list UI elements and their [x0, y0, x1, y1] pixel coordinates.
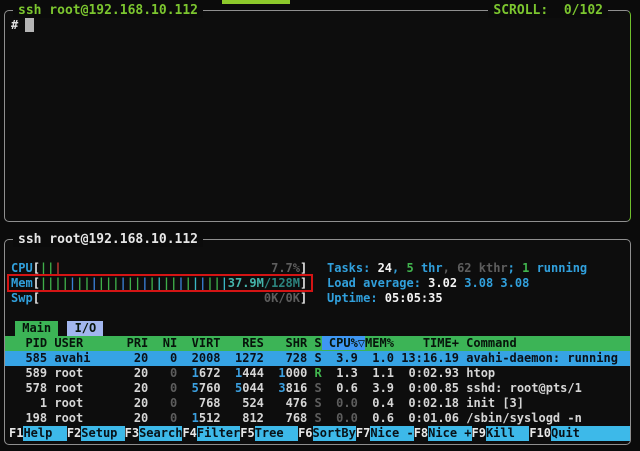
htop-tabs: Main I/O	[5, 321, 630, 336]
tab-main[interactable]: Main	[15, 321, 58, 336]
fnkey-f4-filter[interactable]: F4Filter	[182, 426, 240, 441]
process-row-585[interactable]: 585 avahi 20 0 2008 1272 728 S 3.9 1.0 1…	[5, 351, 630, 366]
fnkey-label: Quit	[551, 426, 630, 441]
fnkey-key: F2	[67, 426, 81, 441]
fnkey-bar: F1Help F2Setup F3SearchF4FilterF5Tree F6…	[5, 426, 630, 441]
mem-meter: Mem[||||||||||||||||||||||||||37.9M/128M…	[11, 276, 323, 291]
fnkey-f1-help[interactable]: F1Help	[9, 426, 67, 441]
fnkey-f2-setup[interactable]: F2Setup	[67, 426, 125, 441]
fnkey-key: F1	[9, 426, 23, 441]
process-row-578[interactable]: 578 root 20 0 5760 5044 3816 S 0.6 3.9 0…	[5, 381, 630, 396]
tab-io[interactable]: I/O	[67, 321, 103, 336]
process-table: 585 avahi 20 0 2008 1272 728 S 3.9 1.0 1…	[5, 351, 630, 426]
fnkey-key: F10	[529, 426, 551, 441]
ssh-pane-top[interactable]: ssh root@192.168.10.112 SCROLL: 0/102 #	[4, 10, 631, 222]
htop-app: CPU[|||7.7%] Mem[|||||||||||||||||||||||…	[5, 240, 630, 444]
blank-line	[5, 306, 630, 321]
fnkey-key: F9	[472, 426, 486, 441]
process-row-198[interactable]: 198 root 20 0 1512 812 768 S 0.0 0.6 0:0…	[5, 411, 630, 426]
terminal-screen: ssh root@192.168.10.112 SCROLL: 0/102 # …	[0, 0, 640, 451]
top-progress-bar	[222, 0, 290, 4]
fnkey-label: Setup	[81, 426, 124, 441]
swp-meter: Swp[0K/0K]	[11, 291, 323, 306]
scroll-value: 0/102	[564, 3, 603, 18]
process-row-589[interactable]: 589 root 20 0 1672 1444 1000 R 1.3 1.1 0…	[5, 366, 630, 381]
process-row-1[interactable]: 1 root 20 0 768 524 476 S 0.0 0.4 0:02.1…	[5, 396, 630, 411]
ssh-pane-bottom[interactable]: ssh root@192.168.10.112 CPU[|||7.7%] Mem…	[4, 239, 631, 445]
meters-column: CPU[|||7.7%] Mem[|||||||||||||||||||||||…	[5, 261, 323, 306]
fnkey-f8-nice[interactable]: F8Nice +	[414, 426, 472, 441]
fnkey-key: F8	[414, 426, 428, 441]
sort-column-cpu[interactable]: CPU%▽	[322, 336, 365, 350]
fnkey-label: Tree	[255, 426, 298, 441]
fnkey-f9-kill[interactable]: F9Kill	[472, 426, 530, 441]
fnkey-label: Filter	[197, 426, 240, 441]
scroll-indicator: SCROLL: 0/102	[488, 3, 608, 18]
fnkey-label: SortBy	[313, 426, 356, 441]
cursor-block	[25, 18, 34, 32]
scroll-label: SCROLL:	[493, 3, 548, 18]
fnkey-f5-tree[interactable]: F5Tree	[240, 426, 298, 441]
fnkey-key: F5	[240, 426, 254, 441]
fnkey-label: Kill	[486, 426, 529, 441]
fnkey-key: F7	[356, 426, 370, 441]
fnkey-f3-search[interactable]: F3Search	[125, 426, 183, 441]
fnkey-label: Help	[23, 426, 66, 441]
fnkey-f6-sortby[interactable]: F6SortBy	[298, 426, 356, 441]
fnkey-label: Nice +	[428, 426, 471, 441]
process-table-header[interactable]: PID USER PRI NI VIRT RES SHR S CPU%▽MEM%…	[5, 336, 630, 351]
fnkey-key: F6	[298, 426, 312, 441]
cpu-meter: CPU[|||7.7%]	[11, 261, 323, 276]
tasks-summary: Tasks: 24, 5 thr, 62 kthr; 1 running	[327, 261, 587, 276]
load-average: Load average: 3.02 3.08 3.08	[327, 276, 587, 291]
info-column: Tasks: 24, 5 thr, 62 kthr; 1 running Loa…	[323, 261, 587, 306]
uptime: Uptime: 05:05:35	[327, 291, 587, 306]
fnkey-f7-nice[interactable]: F7Nice -	[356, 426, 414, 441]
fnkey-label: Nice -	[370, 426, 413, 441]
prompt-symbol: #	[11, 18, 18, 32]
pane-top-title: ssh root@192.168.10.112	[13, 3, 203, 18]
fnkey-key: F3	[125, 426, 139, 441]
fnkey-key: F4	[182, 426, 196, 441]
fnkey-f10-quit[interactable]: F10Quit	[529, 426, 630, 441]
fnkey-label: Search	[139, 426, 182, 441]
